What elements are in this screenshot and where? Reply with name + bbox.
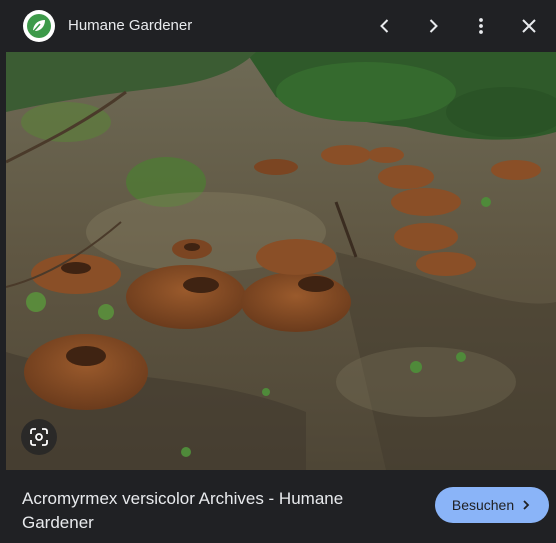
visit-button[interactable]: Besuchen <box>435 487 549 523</box>
chevron-right-icon <box>429 19 438 33</box>
google-lens-button[interactable] <box>21 419 57 455</box>
google-lens-icon <box>30 428 48 446</box>
viewer-header: Humane Gardener <box>0 0 556 52</box>
image-title-link[interactable]: Acromyrmex versicolor Archives - Humane … <box>22 487 412 535</box>
close-button[interactable] <box>513 10 545 42</box>
chevron-left-icon <box>380 19 389 33</box>
site-name[interactable]: Humane Gardener <box>68 17 192 34</box>
previous-button[interactable] <box>369 10 401 42</box>
next-button[interactable] <box>417 10 449 42</box>
visit-button-label: Besuchen <box>451 497 515 513</box>
more-options-button[interactable] <box>465 10 497 42</box>
preview-image[interactable] <box>6 52 556 470</box>
close-icon <box>522 19 536 33</box>
image-viewer-panel: Humane Gardener Acromyrmex versicolor Ar… <box>0 0 556 543</box>
more-vert-icon <box>479 18 483 34</box>
leaf-logo-icon[interactable] <box>23 10 55 42</box>
viewer-footer: Acromyrmex versicolor Archives - Humane … <box>0 470 556 543</box>
chevron-right-icon <box>520 499 532 511</box>
